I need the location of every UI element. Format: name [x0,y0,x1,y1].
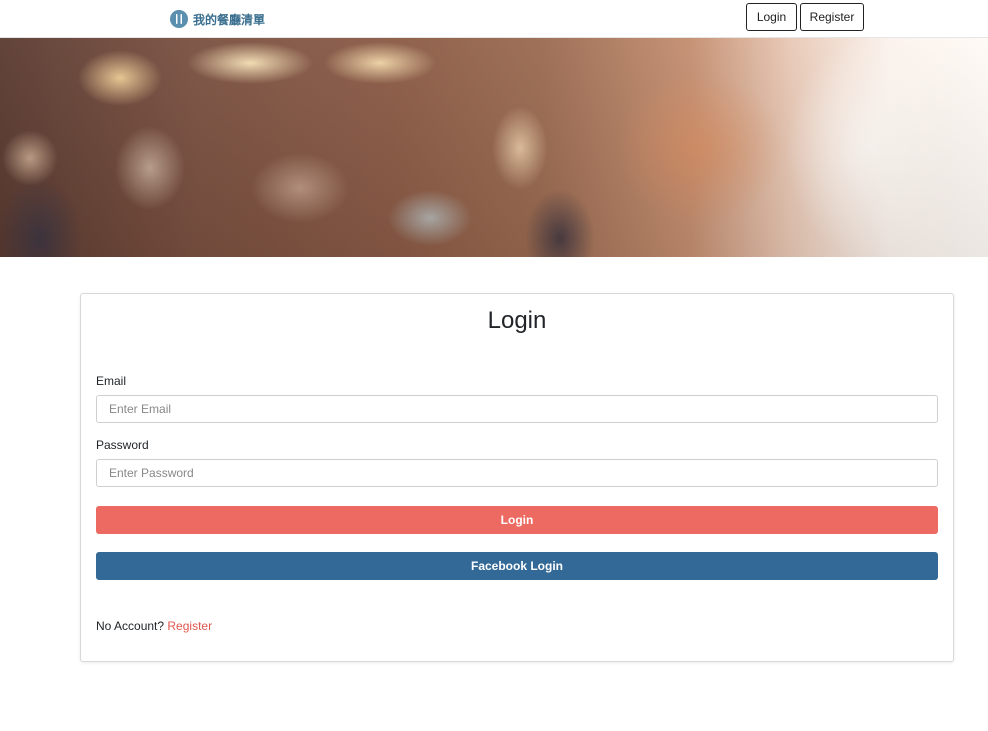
email-field[interactable] [96,395,938,423]
fork-knife-icon [170,10,188,28]
brand-link[interactable]: 我的餐廳清單 [170,9,265,29]
facebook-login-button[interactable]: Facebook Login [96,552,938,580]
nav-register-button[interactable]: Register [800,3,864,31]
register-link[interactable]: Register [167,619,212,633]
login-title: Login [487,307,547,334]
no-account-row: No Account? Register [96,619,212,633]
email-label: Email [96,374,127,388]
login-card: Login Email Password Login Facebook Logi… [80,293,954,662]
navbar: 我的餐廳清單 Login Register [0,0,988,38]
password-label: Password [96,438,149,452]
nav-login-button[interactable]: Login [746,3,797,31]
password-field[interactable] [96,459,938,487]
login-button[interactable]: Login [96,506,938,534]
brand-text: 我的餐廳清單 [193,12,266,27]
hero-overlay [0,38,988,257]
no-account-text: No Account? [96,619,165,633]
hero-banner [0,38,988,257]
